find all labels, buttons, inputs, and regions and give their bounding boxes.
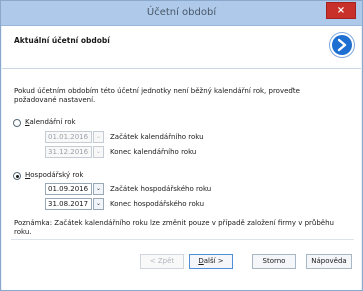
calendar-end-picker-icon[interactable]: ⌄: [93, 146, 104, 158]
fiscal-start-picker-icon[interactable]: ⌄: [93, 183, 104, 195]
calendar-start-label: Začátek kalendářního roku: [110, 133, 204, 141]
divider: [11, 239, 354, 240]
calendar-year-label-text: alendářní rok: [29, 118, 76, 126]
help-button[interactable]: Nápověda: [306, 254, 352, 269]
title-bar: Účetní období ×: [1, 1, 362, 26]
calendar-start-field[interactable]: 01.01.2016: [45, 131, 92, 143]
fiscal-year-label-text: ospodářský rok: [30, 171, 84, 179]
calendar-year-label[interactable]: Kalendářní rok: [25, 118, 76, 126]
window-title: Účetní období: [146, 7, 217, 18]
fiscal-end-label: Konec hospodářského roku: [110, 200, 205, 208]
calendar-end-label: Konec kalendářního roku: [110, 148, 197, 156]
wizard-body: Pokud účetním obdobím této účetní jednot…: [2, 69, 361, 290]
intro-text: Pokud účetním obdobím této účetní jednot…: [14, 87, 300, 104]
next-arrow-icon: [332, 35, 352, 55]
fiscal-start-label: Začátek hospodářského roku: [110, 185, 212, 193]
back-button[interactable]: < Zpět: [140, 254, 184, 269]
calendar-year-radio[interactable]: [13, 119, 21, 127]
fiscal-year-radio[interactable]: [13, 172, 21, 180]
fiscal-end-picker-icon[interactable]: ⌄: [93, 198, 104, 210]
page-title: Aktuální účetní období: [14, 36, 110, 45]
wizard-header: Aktuální účetní období: [2, 26, 361, 69]
note-text: Poznámka: Začátek kalendářního roku lze …: [14, 219, 334, 236]
next-button[interactable]: Další >: [189, 254, 233, 269]
fiscal-end-field[interactable]: 31.08.2017: [45, 198, 92, 210]
next-label: alší >: [203, 257, 224, 265]
cancel-button[interactable]: Storno: [252, 254, 296, 269]
close-button[interactable]: ×: [326, 2, 356, 19]
calendar-end-field[interactable]: 31.12.2016: [45, 146, 92, 158]
fiscal-start-field[interactable]: 01.09.2016: [45, 183, 92, 195]
calendar-start-picker-icon[interactable]: ⌄: [93, 131, 104, 143]
fiscal-year-label[interactable]: Hospodářský rok: [25, 171, 83, 179]
dialog-window: Účetní období × Aktuální účetní období P…: [0, 0, 363, 291]
